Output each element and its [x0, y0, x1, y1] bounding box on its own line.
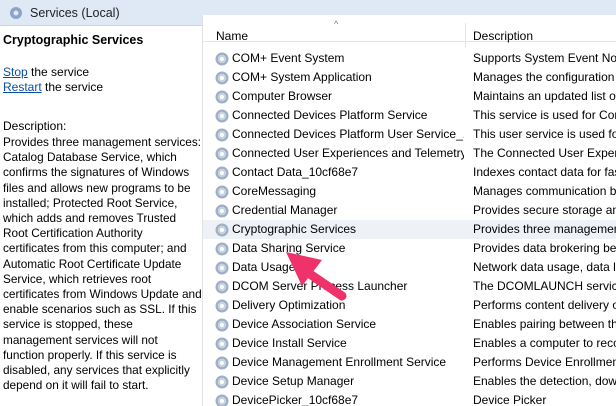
service-row[interactable]: Data Usage Network data usage, data li — [203, 258, 616, 277]
service-row[interactable]: CoreMessaging Manages communication b — [203, 182, 616, 201]
service-description: The DCOMLAUNCH service — [473, 279, 616, 293]
service-row[interactable]: DevicePicker_10cf68e7 Device Picker — [203, 391, 616, 406]
gear-icon — [215, 261, 229, 275]
service-description: This user service is used fo — [473, 127, 616, 141]
service-row[interactable]: Delivery Optimization Performs content de… — [203, 296, 616, 315]
gear-icon — [215, 204, 229, 218]
service-name: Computer Browser — [232, 89, 333, 103]
services-list: COM+ Event System Supports System Event N… — [203, 49, 616, 406]
service-description: Provides three managemen — [473, 222, 616, 236]
gear-icon — [215, 52, 229, 66]
service-row[interactable]: Cryptographic Services Provides three man… — [203, 220, 616, 239]
service-name: Connected Devices Platform User Service_… — [232, 127, 464, 141]
gear-icon — [215, 128, 229, 142]
services-list-pane: ^ Name Description COM+ Event System Supp… — [202, 15, 616, 406]
service-name: Contact Data_10cf68e7 — [232, 165, 359, 179]
service-name: COM+ System Application — [232, 70, 372, 84]
gear-icon — [215, 185, 229, 199]
column-header-name[interactable]: Name — [216, 29, 248, 43]
service-name: Device Association Service — [232, 317, 377, 331]
service-title: Cryptographic Services — [3, 33, 144, 47]
window-title: Services (Local) — [30, 5, 120, 20]
service-row[interactable]: Device Association Service Enables pairin… — [203, 315, 616, 334]
gear-icon — [215, 318, 229, 332]
gear-icon — [215, 337, 229, 351]
service-row[interactable]: DCOM Server Process Launcher The DCOMLAUN… — [203, 277, 616, 296]
service-description: Network data usage, data li — [473, 260, 616, 274]
service-row[interactable]: Contact Data_10cf68e7 Indexes contact dat… — [203, 163, 616, 182]
service-row[interactable]: COM+ System Application Manages the confi… — [203, 68, 616, 87]
service-description: Device Picker — [473, 393, 547, 406]
service-name: Connected User Experiences and Telemetry — [232, 146, 464, 160]
sort-indicator-icon: ^ — [334, 19, 339, 29]
service-description: Supports System Event Noti — [473, 51, 616, 65]
list-header: ^ Name Description — [203, 15, 616, 47]
gear-icon — [215, 147, 229, 161]
column-divider[interactable] — [465, 23, 466, 47]
service-description: Maintains an updated list o — [473, 89, 616, 103]
gear-icon — [215, 90, 229, 104]
service-name: Data Usage — [232, 260, 296, 274]
service-row[interactable]: Connected User Experiences and Telemetry… — [203, 144, 616, 163]
service-description: The Connected User Experie — [473, 146, 616, 160]
service-name: DevicePicker_10cf68e7 — [232, 393, 359, 406]
stop-link[interactable]: Stop — [3, 65, 28, 79]
gear-icon — [215, 375, 229, 389]
service-row[interactable]: Device Install Service Enables a computer… — [203, 334, 616, 353]
service-name: COM+ Event System — [232, 51, 345, 65]
service-row[interactable]: Device Management Enrollment Service Perf… — [203, 353, 616, 372]
service-description: Manages communication b — [473, 184, 616, 198]
gear-icon — [215, 223, 229, 237]
service-name: Delivery Optimization — [232, 298, 346, 312]
gear-icon — [10, 6, 22, 19]
detail-pane: Cryptographic Services Stop the service … — [0, 27, 202, 406]
service-name: CoreMessaging — [232, 184, 317, 198]
service-name: Connected Devices Platform Service — [232, 108, 428, 122]
restart-link[interactable]: Restart — [3, 80, 42, 94]
service-name: Device Management Enrollment Service — [232, 355, 447, 369]
service-name: Device Install Service — [232, 336, 347, 350]
service-name: Device Setup Manager — [232, 374, 355, 388]
service-row[interactable]: Connected Devices Platform Service This s… — [203, 106, 616, 125]
service-name: DCOM Server Process Launcher — [232, 279, 408, 293]
column-header-description[interactable]: Description — [473, 29, 533, 43]
service-description: Provides data brokering bet — [473, 241, 616, 255]
gear-icon — [215, 394, 229, 406]
stop-suffix: the service — [27, 65, 90, 79]
gear-icon — [215, 166, 229, 180]
service-row[interactable]: Device Setup Manager Enables the detectio… — [203, 372, 616, 391]
service-description: Indexes contact data for fas — [473, 165, 616, 179]
service-description: Enables pairing between th — [473, 317, 616, 331]
service-description: Enables the detection, dow — [473, 374, 616, 388]
description-label: Description: — [3, 119, 67, 133]
gear-icon — [215, 299, 229, 313]
service-description: Enables a computer to reco — [473, 336, 616, 350]
gear-icon — [215, 356, 229, 370]
service-row[interactable]: COM+ Event System Supports System Event N… — [203, 49, 616, 68]
service-row[interactable]: Data Sharing Service Provides data broker… — [203, 239, 616, 258]
restart-suffix: the service — [41, 80, 104, 94]
service-description: Performs Device Enrollmen — [473, 355, 616, 369]
service-row[interactable]: Computer Browser Maintains an updated lis… — [203, 87, 616, 106]
service-name: Data Sharing Service — [232, 241, 346, 255]
service-description: Manages the configuration — [473, 70, 615, 84]
service-actions: Stop the service Restart the service — [3, 65, 202, 95]
gear-icon — [215, 242, 229, 256]
description-text: Provides three management services: Cata… — [3, 135, 202, 393]
gear-icon — [215, 109, 229, 123]
service-name: Credential Manager — [232, 203, 338, 217]
service-row[interactable]: Credential Manager Provides secure storag… — [203, 201, 616, 220]
service-description: Provides secure storage and — [473, 203, 616, 217]
gear-icon — [215, 280, 229, 294]
service-name: Cryptographic Services — [232, 222, 357, 236]
gear-icon — [215, 71, 229, 85]
service-description: Performs content delivery o — [473, 298, 616, 312]
service-description: This service is used for Con — [473, 108, 616, 122]
service-row[interactable]: Connected Devices Platform User Service_… — [203, 125, 616, 144]
